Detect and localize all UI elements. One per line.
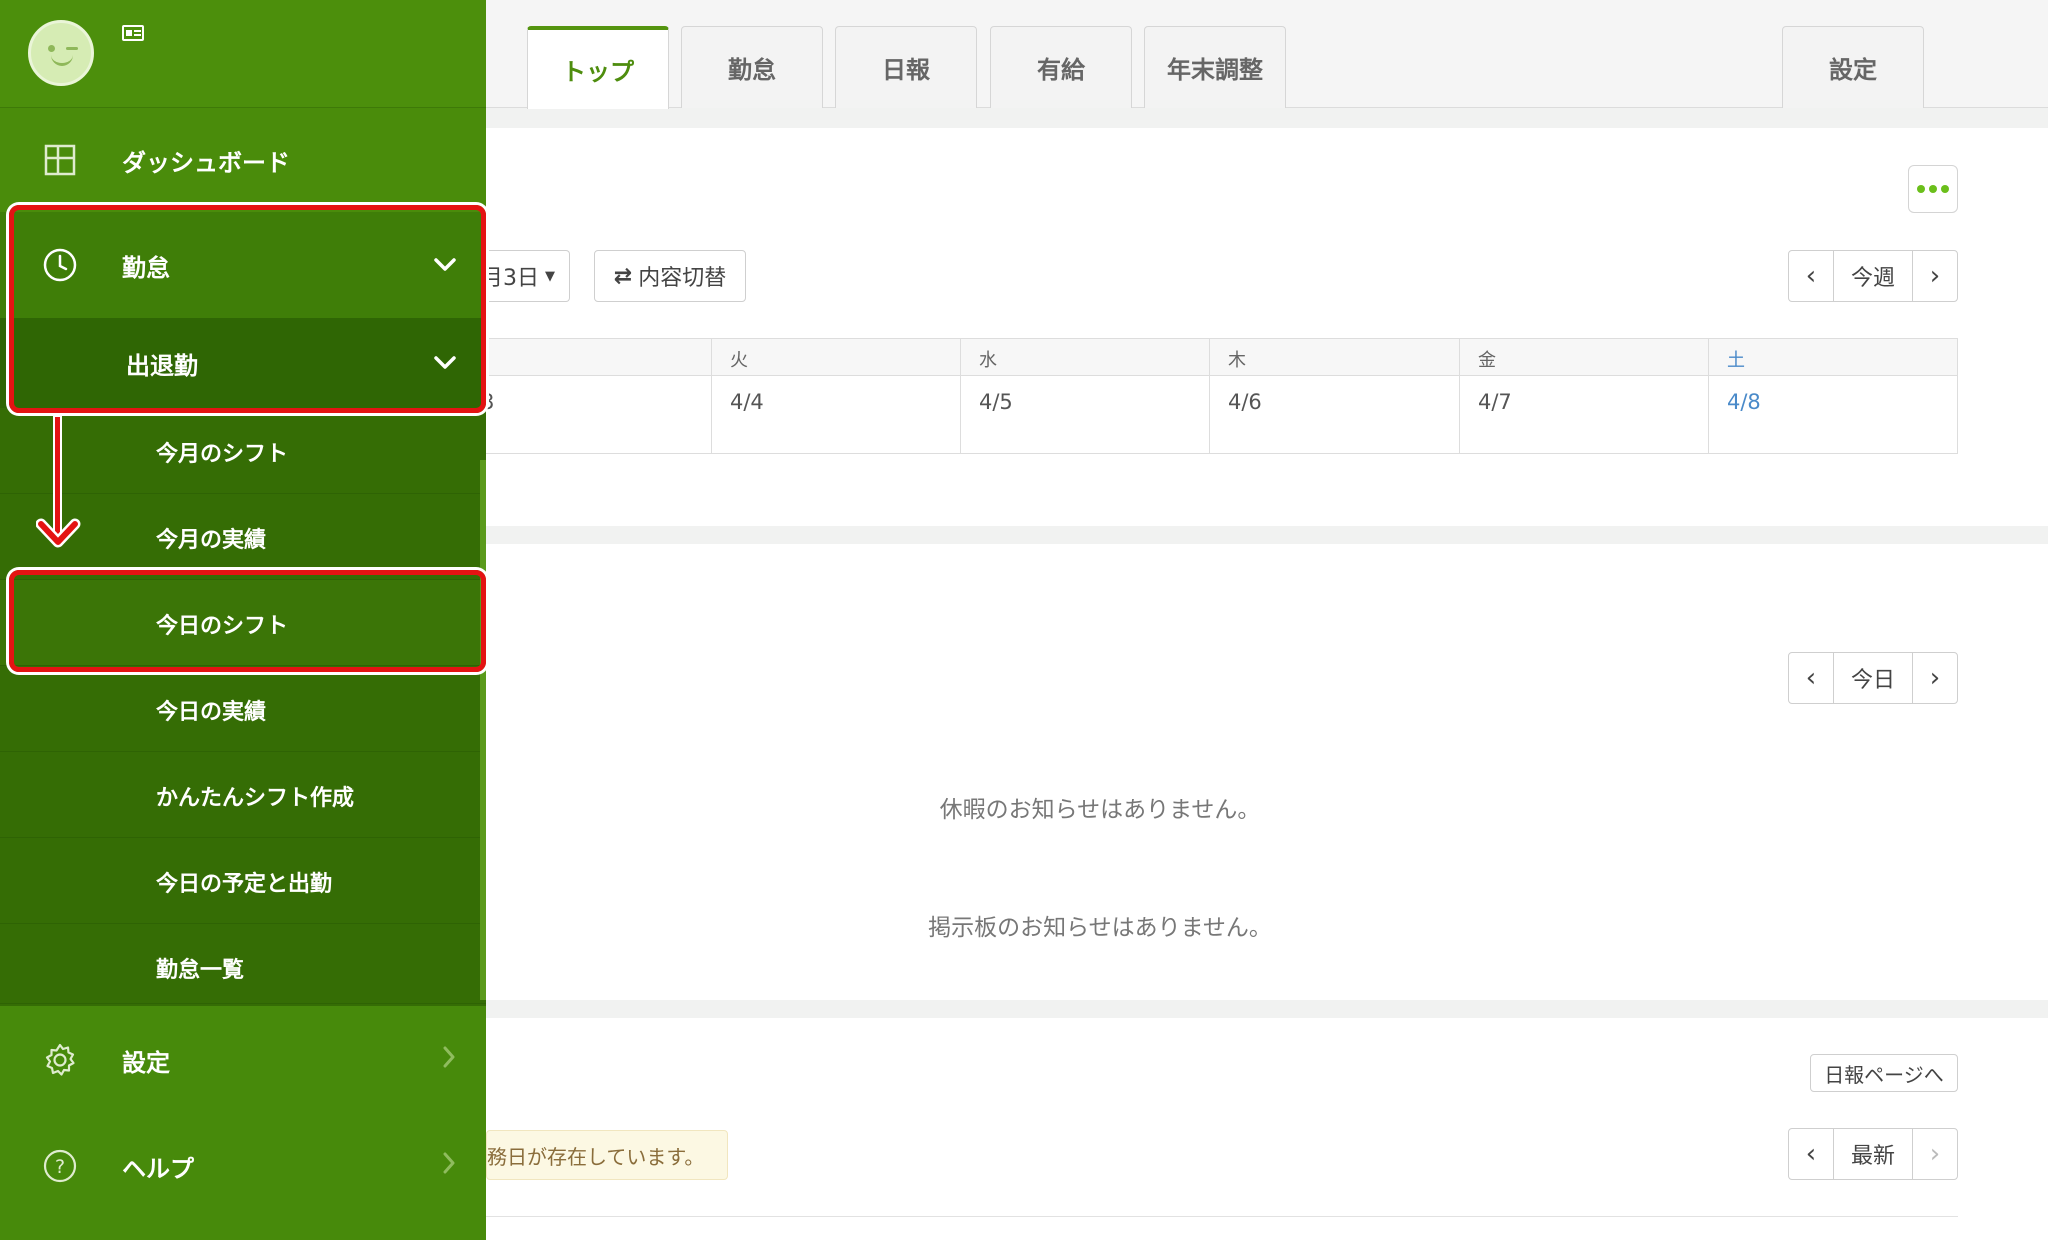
sidebar-subitem-label: 今日の予定と出勤: [156, 872, 333, 897]
this-week-button[interactable]: 今週: [1833, 251, 1913, 301]
sidebar-subitem-label: 今月の実績: [156, 528, 267, 553]
week-table: 日 /3 火 4/4 水 4/5 木 4/6 金 4/7 土 4/8: [474, 338, 1958, 454]
week-card: 月3日 ▼ ⇄ 内容切替 ‹ 今週 › 日 /3 火 4/4 水 4/5 木 4…: [466, 128, 2048, 526]
weekday-label: 水: [979, 350, 997, 371]
weekday-label: 木: [1228, 350, 1246, 371]
tab-top[interactable]: トップ: [527, 26, 669, 109]
sidebar-subitem-label: 今月のシフト: [156, 442, 289, 467]
date-select-label: 月3日: [481, 266, 539, 291]
caret-down-icon: ▼: [545, 268, 555, 284]
content-switch-label: 内容切替: [638, 266, 727, 291]
table-edge: [1957, 338, 1958, 454]
sidebar-item-help[interactable]: ? ヘルプ: [0, 1114, 486, 1218]
prev-day-button[interactable]: ‹: [1789, 653, 1833, 703]
today-card: ‹ 今日 › 休暇のお知らせはありません。 掲示板のお知らせはありません。: [486, 544, 2048, 1000]
today-button[interactable]: 今日: [1833, 653, 1913, 703]
tab-settings[interactable]: 設定: [1782, 26, 1924, 108]
date-label: 4/5: [979, 390, 1013, 414]
tab-nenmatsu[interactable]: 年末調整: [1144, 26, 1286, 108]
chevron-right-icon: [442, 1046, 456, 1074]
svg-text:?: ?: [55, 1156, 65, 1178]
dot-icon: [1917, 185, 1925, 193]
vacation-notice: 休暇のお知らせはありません。: [939, 797, 1261, 823]
week-nav: ‹ 今週 ›: [1788, 250, 1958, 302]
date-label: 4/7: [1478, 390, 1512, 414]
sidebar-subitem-kintai-list[interactable]: 勤怠一覧: [0, 924, 486, 1004]
report-page-link[interactable]: 日報ページへ: [1810, 1054, 1958, 1092]
highlight-frame-today-shift: [9, 570, 486, 672]
weekday-label: 土: [1727, 350, 1745, 371]
dot-icon: [1929, 185, 1937, 193]
prev-week-button[interactable]: ‹: [1789, 251, 1833, 301]
weekday-label: 金: [1478, 350, 1496, 371]
sidebar-subitem-label: 勤怠一覧: [156, 958, 245, 983]
report-card: 日報ページへ 務日が存在しています。 ‹ 最新 ›: [486, 1018, 2048, 1240]
sidebar-subitem-month-shift[interactable]: 今月のシフト: [0, 408, 486, 494]
sidebar-item-label: 設定: [122, 1048, 170, 1077]
top-tab-bar: トップ 勤怠 日報 有給 年末調整 設定: [486, 0, 2048, 109]
sidebar-item-settings[interactable]: 設定: [0, 1004, 486, 1114]
date-label: 4/8: [1727, 390, 1761, 414]
avatar[interactable]: [28, 20, 94, 86]
next-day-button[interactable]: ›: [1913, 653, 1957, 703]
sidebar-item-label: ダッシュボード: [122, 148, 290, 177]
board-notice: 掲示板のお知らせはありません。: [928, 915, 1272, 941]
day-column[interactable]: 火 4/4: [711, 338, 960, 454]
date-label: 4/4: [730, 390, 764, 414]
more-options-button[interactable]: [1908, 165, 1958, 213]
gear-icon: [42, 1042, 78, 1078]
day-column[interactable]: 土 4/8: [1708, 338, 1958, 454]
day-column[interactable]: 金 4/7: [1459, 338, 1708, 454]
weekday-label: 火: [730, 350, 748, 371]
next-report-button[interactable]: ›: [1913, 1129, 1957, 1179]
avatar-eye: [66, 47, 78, 50]
content-switch-button[interactable]: ⇄ 内容切替: [594, 250, 746, 302]
prev-report-button[interactable]: ‹: [1789, 1129, 1833, 1179]
sidebar-header: [0, 0, 486, 108]
id-card-icon[interactable]: [122, 25, 144, 41]
dot-icon: [1941, 185, 1949, 193]
day-column[interactable]: 木 4/6: [1209, 338, 1459, 454]
report-alert-text: 務日が存在しています。: [487, 1144, 705, 1169]
tab-kintai[interactable]: 勤怠: [681, 26, 823, 108]
chevron-right-icon: [442, 1152, 456, 1180]
sidebar-scrollbar[interactable]: [480, 460, 486, 1000]
sidebar-subitem-easy-shift[interactable]: かんたんシフト作成: [0, 752, 486, 838]
date-label: 4/6: [1228, 390, 1262, 414]
avatar-eye: [48, 45, 55, 52]
help-icon: ?: [42, 1148, 78, 1184]
sidebar-subitem-today-schedule[interactable]: 今日の予定と出勤: [0, 838, 486, 924]
avatar-mouth: [51, 55, 73, 66]
sidebar-item-label: ヘルプ: [122, 1154, 194, 1183]
tab-nippo[interactable]: 日報: [835, 26, 977, 108]
sidebar-subitem-label: かんたんシフト作成: [156, 786, 355, 811]
report-alert: 務日が存在しています。: [486, 1130, 728, 1180]
highlight-frame-shutsu: [9, 205, 486, 413]
swap-arrows-icon: ⇄: [613, 263, 633, 289]
sidebar-subitem-label: 今日の実績: [156, 700, 267, 725]
annotation-arrow-head: [36, 518, 81, 548]
divider: [486, 1216, 1958, 1217]
sidebar-item-dashboard[interactable]: ダッシュボード: [0, 108, 486, 212]
next-week-button[interactable]: ›: [1913, 251, 1957, 301]
dashboard-icon: [42, 142, 78, 178]
latest-report-button[interactable]: 最新: [1833, 1129, 1913, 1179]
tab-yukyu[interactable]: 有給: [990, 26, 1132, 108]
sidebar-subitem-today-actual[interactable]: 今日の実績: [0, 666, 486, 752]
day-nav: ‹ 今日 ›: [1788, 652, 1958, 704]
day-column[interactable]: 水 4/5: [960, 338, 1209, 454]
report-nav: ‹ 最新 ›: [1788, 1128, 1958, 1180]
